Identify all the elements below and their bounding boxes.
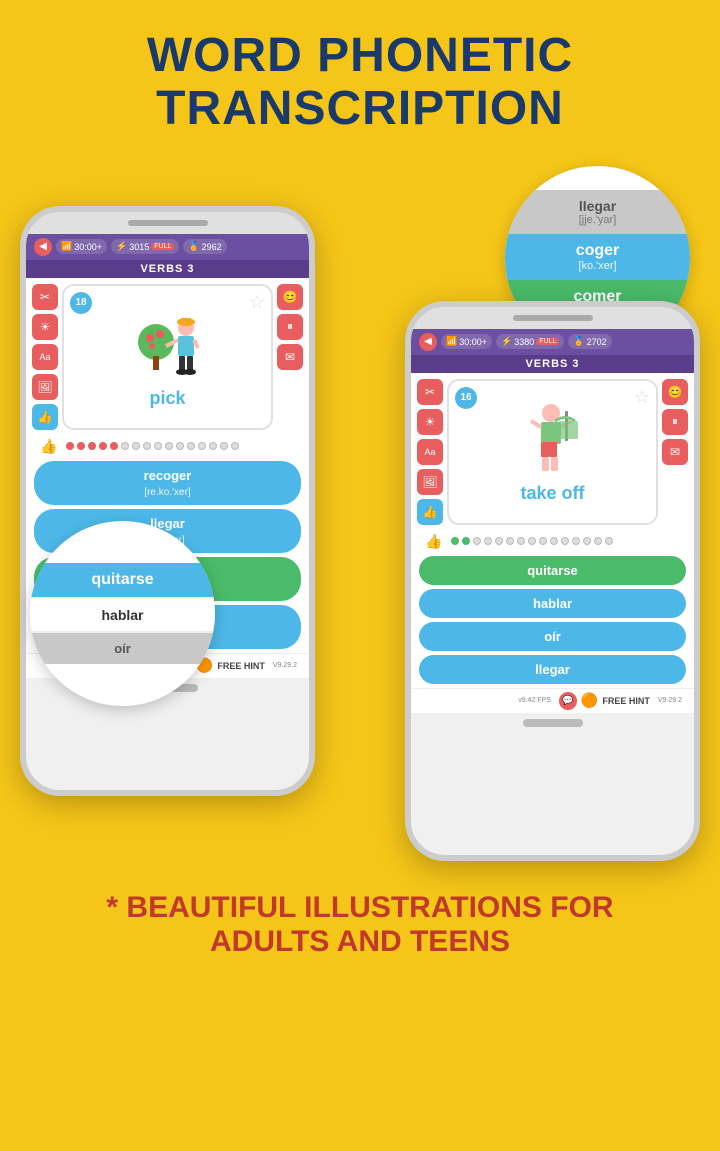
phone-right: ◀ 📶 30:00+ ⚡ 3380 FULL 🏅 2702 VERBS 3: [405, 301, 700, 861]
phone-left: ◀ 📶 30:00+ ⚡ 3015 FULL 🏅 2962 VERBS 3: [20, 206, 315, 796]
status-bar-left: ◀ 📶 30:00+ ⚡ 3015 FULL 🏅 2962: [26, 234, 309, 260]
side-buttons-left: ✂ ☀ Aa 🖼 👍: [32, 284, 58, 430]
image-btn[interactable]: 🖼: [32, 374, 58, 400]
answer-3-right[interactable]: oír: [419, 622, 686, 651]
card-illustration-right: [513, 399, 593, 479]
card-illustration-left: [128, 304, 208, 384]
star-icon-left[interactable]: ☆: [249, 292, 265, 313]
right-buttons-left: 😊 ⏸ ✉: [277, 284, 303, 430]
answer-1-right[interactable]: quitarse: [419, 556, 686, 585]
card-area-right: ✂ ☀ Aa 🖼 👍 16 ☆: [411, 373, 694, 531]
face-btn-right[interactable]: 😊: [662, 379, 688, 405]
phones-area: llegar [jje.'yar] coger [ko.'xer] comer …: [10, 146, 710, 876]
mail-btn-left[interactable]: ✉: [277, 344, 303, 370]
sun-btn-r[interactable]: ☀: [417, 409, 443, 435]
card-area-left: ✂ ☀ Aa 🖼 👍 18 ☆: [26, 278, 309, 436]
progress-dots-right: 👍: [411, 531, 694, 552]
hint-bar-right: v9.42 FPS 💬 🟠 FREE HINT V9.29.2: [411, 688, 694, 713]
flash-card-left: 18 ☆: [62, 284, 273, 430]
answer-1-left[interactable]: recoger[re.ko.'xer]: [34, 461, 301, 505]
thumb-btn-r[interactable]: 👍: [417, 499, 443, 525]
footer-text: * BEAUTIFUL ILLUSTRATIONS FOR ADULTS AND…: [20, 891, 700, 960]
bubble-left: quitarse hablar oír: [30, 521, 215, 706]
scissors-btn[interactable]: ✂: [32, 284, 58, 310]
answers-right: quitarse hablar oír llegar: [411, 552, 694, 688]
hint-icon-right: 💬: [559, 692, 577, 710]
status-bar-right: ◀ 📶 30:00+ ⚡ 3380 FULL 🏅 2702: [411, 329, 694, 355]
title: WORD PHONETIC TRANSCRIPTION: [20, 30, 700, 136]
progress-dots-left: 👍: [26, 436, 309, 457]
back-button-left[interactable]: ◀: [34, 238, 52, 256]
section-title-right: VERBS 3: [411, 355, 694, 373]
back-button-right[interactable]: ◀: [419, 333, 437, 351]
scissors-btn-r[interactable]: ✂: [417, 379, 443, 405]
sun-btn[interactable]: ☀: [32, 314, 58, 340]
pause-btn-right[interactable]: ⏸: [662, 409, 688, 435]
answer-4-right[interactable]: llegar: [419, 655, 686, 684]
right-buttons-right: 😊 ⏸ ✉: [662, 379, 688, 525]
mail-btn-right[interactable]: ✉: [662, 439, 688, 465]
text-btn[interactable]: Aa: [32, 344, 58, 370]
phone-left-notch: [26, 212, 309, 234]
text-btn-r[interactable]: Aa: [417, 439, 443, 465]
home-bar-right: [411, 713, 694, 733]
section-title-left: VERBS 3: [26, 260, 309, 278]
footer: * BEAUTIFUL ILLUSTRATIONS FOR ADULTS AND…: [0, 876, 720, 980]
phone-right-screen: ◀ 📶 30:00+ ⚡ 3380 FULL 🏅 2702 VERBS 3: [411, 329, 694, 713]
side-buttons-right: ✂ ☀ Aa 🖼 👍: [417, 379, 443, 525]
phone-right-notch: [411, 307, 694, 329]
pause-btn-left[interactable]: ⏸: [277, 314, 303, 340]
face-btn-left[interactable]: 😊: [277, 284, 303, 310]
thumb-btn[interactable]: 👍: [32, 404, 58, 430]
header: WORD PHONETIC TRANSCRIPTION: [0, 0, 720, 146]
image-btn-r[interactable]: 🖼: [417, 469, 443, 495]
flash-card-right: 16 ☆: [447, 379, 658, 525]
answer-2-right[interactable]: hablar: [419, 589, 686, 618]
star-icon-right[interactable]: ☆: [634, 387, 650, 408]
